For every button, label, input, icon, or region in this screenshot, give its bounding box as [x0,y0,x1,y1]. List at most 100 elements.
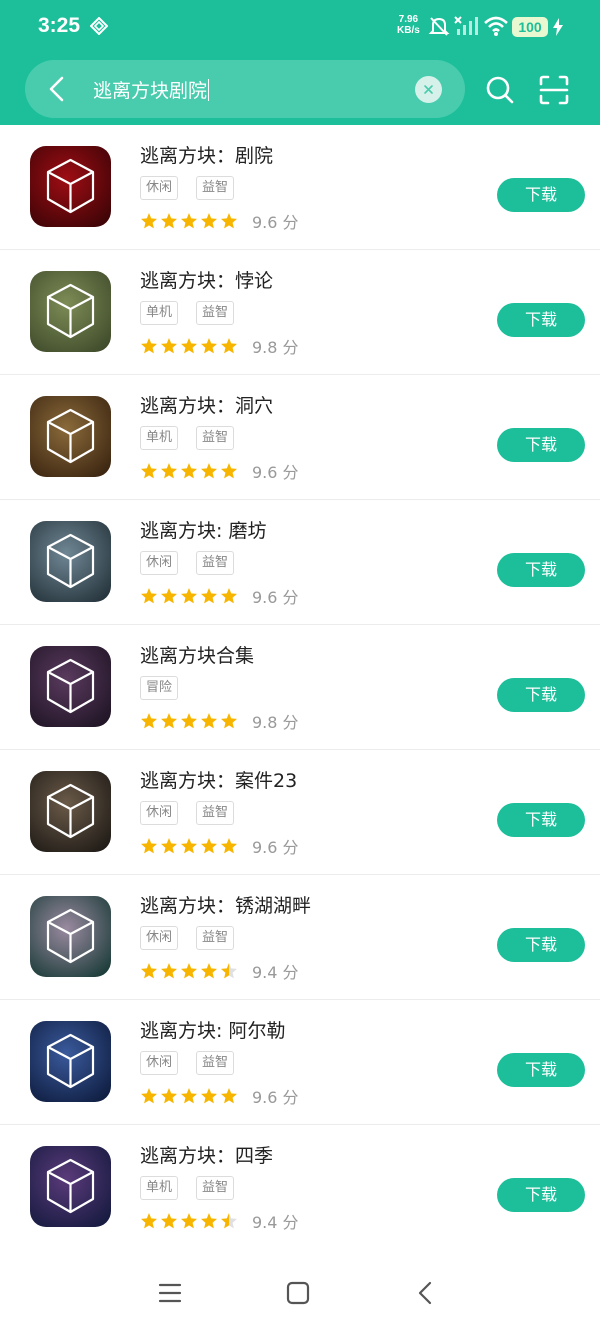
list-item[interactable]: 逃离方块：锈湖湖畔 休闲 益智 9.4 分下载 [0,875,600,1000]
search-icon[interactable] [485,75,515,105]
star-icon [200,212,218,230]
download-button[interactable]: 下载 [497,1053,585,1087]
app-title[interactable]: 逃离方块：锈湖湖畔 [140,891,311,918]
signal-off-icon [454,15,478,41]
app-title[interactable]: 逃离方块：案件23 [140,766,297,793]
star-icon [180,1087,198,1105]
status-time: 3:25 [38,14,81,37]
charging-bolt-icon [552,18,564,40]
app-icon[interactable] [30,521,111,602]
download-button[interactable]: 下载 [497,928,585,962]
app-icon[interactable] [30,771,111,852]
list-item[interactable]: 逃离方块合集 冒险 9.8 分 下载 [0,625,600,750]
tag-list: 休闲 益智 [140,1051,252,1077]
app-icon[interactable] [30,396,111,477]
list-item[interactable]: 逃离方块：四季 单机 益智 9.4 分下载 [0,1125,600,1250]
category-tag: 益智 [196,801,235,825]
star-rating [140,1212,240,1230]
download-button[interactable]: 下载 [497,428,585,462]
back-arrow-icon[interactable] [44,74,72,104]
category-tag: 休闲 [140,926,179,950]
app-title[interactable]: 逃离方块合集 [140,641,254,668]
download-button[interactable]: 下载 [497,553,585,587]
list-item[interactable]: 逃离方块：剧院 休闲 益智 9.6 分下载 [0,125,600,250]
app-title[interactable]: 逃离方块：四季 [140,1141,273,1168]
download-button[interactable]: 下载 [497,303,585,337]
category-tag: 益智 [196,551,235,575]
star-icon [140,837,158,855]
status-bar: 3:25 7.96 KB/s 100 [0,0,600,56]
star-icon [200,712,218,730]
app-icon[interactable] [30,646,111,727]
list-item[interactable]: 逃离方块：案件23 休闲 益智 9.6 分 下载 [0,750,600,875]
star-icon [200,337,218,355]
scan-icon[interactable] [538,74,570,106]
category-tag: 单机 [140,426,179,450]
star-icon [160,712,178,730]
back-chevron-icon[interactable] [414,1281,438,1309]
clear-x-icon[interactable] [415,76,442,103]
star-rating [140,587,240,605]
star-rating [140,462,240,480]
app-icon[interactable] [30,271,111,352]
list-item[interactable]: 逃离方块: 磨坊 休闲 益智 9.6 分下载 [0,500,600,625]
wifi-icon [483,15,509,41]
category-tag: 益智 [196,426,235,450]
search-bar[interactable] [25,60,465,118]
app-title[interactable]: 逃离方块：洞穴 [140,391,273,418]
star-icon [140,962,158,980]
category-tag: 益智 [196,1051,235,1075]
rating-score: 9.8 分 [252,713,299,732]
tag-list: 休闲 益智 [140,801,252,827]
tag-list: 单机 益智 [140,301,252,327]
download-button[interactable]: 下载 [497,1178,585,1212]
list-item[interactable]: 逃离方块：悖论 单机 益智 9.8 分 下载 [0,250,600,375]
search-input[interactable]: 逃离方块剧院 [93,76,210,103]
star-icon [180,587,198,605]
rating: 9.8 分 [140,334,299,357]
category-tag: 单机 [140,301,179,325]
app-title[interactable]: 逃离方块: 磨坊 [140,516,266,543]
list-item[interactable]: 逃离方块: 阿尔勒 休闲 益智 9.6 分下载 [0,1000,600,1125]
star-icon [220,212,238,230]
app-header: 3:25 7.96 KB/s 100 逃离方块剧院 [0,0,600,125]
app-title[interactable]: 逃离方块: 阿尔勒 [140,1016,285,1043]
download-button[interactable]: 下载 [497,803,585,837]
app-title[interactable]: 逃离方块：剧院 [140,141,273,168]
star-icon [160,212,178,230]
category-tag: 益智 [196,1176,235,1200]
star-rating [140,837,240,855]
app-title[interactable]: 逃离方块：悖论 [140,266,273,293]
rating-score: 9.6 分 [252,588,299,607]
star-icon [180,962,198,980]
star-icon [160,962,178,980]
rating-score: 9.6 分 [252,838,299,857]
download-button[interactable]: 下载 [497,178,585,212]
app-icon[interactable] [30,1021,111,1102]
rating: 9.6 分 [140,584,299,607]
rating-score: 9.6 分 [252,213,299,232]
star-icon [200,962,218,980]
star-icon [220,587,238,605]
rating-score: 9.4 分 [252,1213,299,1232]
net-speed-unit: KB/s [397,25,420,36]
app-icon[interactable] [30,146,111,227]
star-icon [160,587,178,605]
star-icon [200,837,218,855]
app-icon[interactable] [30,1146,111,1227]
rating: 9.6 分 [140,209,299,232]
rating-score: 9.6 分 [252,463,299,482]
bell-off-icon [428,15,450,41]
star-icon [220,712,238,730]
app-icon[interactable] [30,896,111,977]
download-button[interactable]: 下载 [497,678,585,712]
star-icon [140,462,158,480]
star-icon [220,837,238,855]
rating: 9.4 分 [140,1209,299,1232]
home-square-icon[interactable] [286,1281,310,1309]
list-item[interactable]: 逃离方块：洞穴 单机 益智 9.6 分 下载 [0,375,600,500]
menu-icon[interactable] [158,1281,182,1309]
star-icon [220,462,238,480]
star-icon [160,1212,178,1230]
diamond-icon [89,16,109,36]
